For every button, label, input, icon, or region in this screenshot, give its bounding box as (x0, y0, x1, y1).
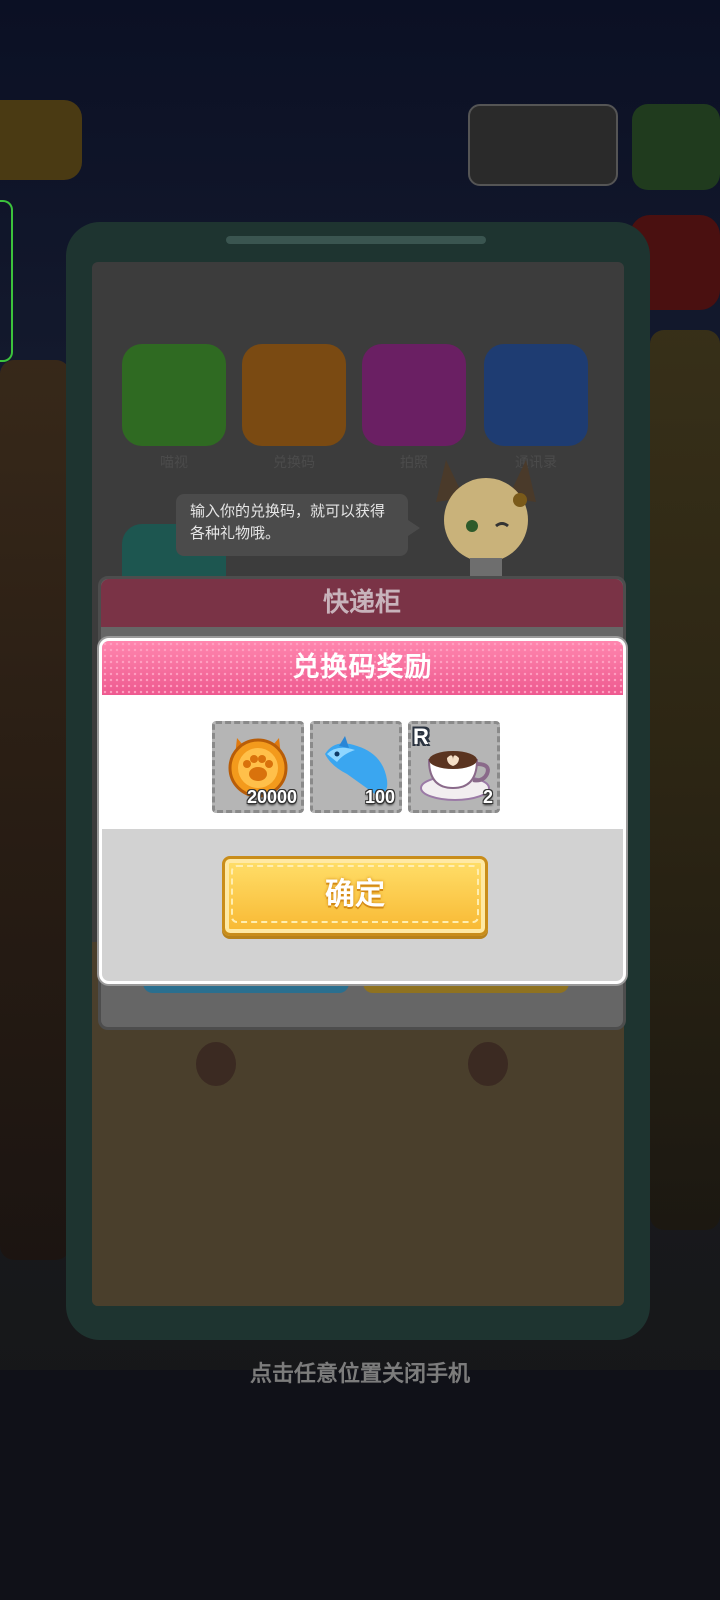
background-scene-right (650, 330, 720, 1230)
reward-dialog-title: 兑换码奖励 (102, 641, 623, 695)
cat-eye-icon (196, 1042, 236, 1086)
app-icon-camera[interactable] (362, 344, 466, 446)
redeem-reward-dialog: 兑换码奖励 20000 100 R 2 确定 (99, 638, 626, 984)
cat-eye-icon (468, 1042, 508, 1086)
reward-item[interactable]: 20000 (212, 721, 304, 813)
item-rarity-badge: R (413, 724, 429, 749)
app-icon-redeem-code[interactable] (242, 344, 346, 446)
app-label: 喵视 (160, 455, 188, 471)
reward-items-row: 20000 100 R 2 (102, 695, 623, 829)
phone-speaker (226, 236, 486, 244)
background-scene-left (0, 360, 70, 1260)
app-icon-contacts[interactable] (484, 344, 588, 446)
app-icon-cat-video[interactable] (122, 344, 226, 446)
reward-item[interactable]: R 2 (408, 721, 500, 813)
mascot-cat-girl-icon (436, 460, 536, 580)
background-left-tab (0, 200, 13, 362)
item-quantity: 2 (482, 787, 493, 807)
background-info-panel (468, 104, 618, 186)
background-bottom-bar (0, 1370, 720, 1600)
item-quantity: 100 (364, 787, 395, 807)
locker-dialog-title: 快递柜 (101, 579, 623, 627)
background-right-tile (632, 104, 720, 190)
close-phone-hint[interactable]: 点击任意位置关闭手机 (0, 1356, 720, 1388)
confirm-button-label: 确定 (325, 877, 385, 912)
item-quantity: 20000 (246, 787, 297, 807)
confirm-button[interactable]: 确定 (222, 856, 488, 936)
mascot-speech-bubble: 输入你的兑换码，就可以获得各种礼物哦。 (176, 494, 420, 556)
background-left-tile (0, 100, 82, 180)
app-label: 兑换码 (273, 455, 315, 471)
reward-item[interactable]: 100 (310, 721, 402, 813)
